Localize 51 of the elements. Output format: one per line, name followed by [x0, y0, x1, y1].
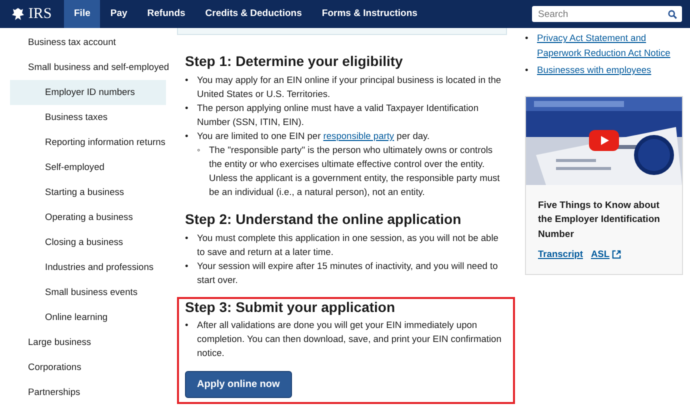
search-icon[interactable] [668, 10, 677, 19]
nav-tab[interactable]: File [64, 0, 100, 28]
sidebar-item[interactable]: Small business and self-employed [0, 55, 174, 80]
sidebar-link[interactable]: Businesses with employees [537, 63, 652, 78]
video-title: Five Things to Know about the Employer Identification Number [537, 198, 661, 242]
video-link[interactable]: ASL [590, 248, 610, 262]
sidebar-item[interactable]: Industries and professions [10, 255, 166, 280]
step-heading: Step 2: Understand the online application [185, 210, 462, 228]
bullet: • [185, 319, 190, 332]
list-item: The person applying online must have a valid Taxpayer Identification Number (SSN, ITIN, EIN). [197, 102, 480, 129]
logo-text[interactable]: IRS [28, 2, 52, 26]
bullet: • [525, 32, 530, 45]
nav-tab[interactable]: Pay [100, 0, 138, 28]
list-item: You must complete this application in one session, as you will not be able to save and return at a later time. [197, 232, 500, 259]
step-heading: Step 3: Submit your application [185, 298, 396, 316]
sidebar-item[interactable]: Self-employed [10, 155, 166, 180]
sidebar-item[interactable]: Large business [0, 330, 96, 355]
nav-tab[interactable]: Credits & Deductions [195, 0, 312, 28]
sidebar-item[interactable]: Employer ID numbers [10, 80, 166, 105]
bullet: • [185, 260, 190, 273]
play-icon[interactable] [589, 130, 619, 150]
external-link-icon[interactable] [612, 250, 621, 260]
text-link[interactable]: responsible party [323, 130, 394, 141]
list-item: Your session will expire after 15 minutes of inactivity, and you will need to start over. [197, 260, 499, 287]
sidebar-item[interactable]: Business taxes [10, 105, 166, 130]
sidebar-link[interactable]: Privacy Act Statement and Paperwork Reduction Act Notice [537, 31, 683, 60]
video-link[interactable]: Transcript [538, 248, 583, 262]
bullet: • [525, 64, 530, 77]
sidebar-item[interactable]: Business tax account [0, 30, 120, 55]
sidebar-item[interactable]: Partnerships [0, 380, 84, 405]
sidebar-item[interactable]: Closing a business [10, 230, 166, 255]
bullet: ◦ [197, 144, 202, 157]
step-heading: Step 1: Determine your eligibility [185, 53, 403, 70]
bullet: • [185, 74, 190, 87]
sidebar-item[interactable]: Online learning [10, 305, 166, 330]
bullet: • [185, 130, 190, 143]
bullet: • [185, 102, 190, 115]
sidebar-item[interactable]: Operating a business [10, 205, 166, 230]
sidebar-item[interactable]: Starting a business [10, 180, 166, 205]
search-field[interactable]: Search [532, 6, 682, 22]
apply-button[interactable]: Apply online now [185, 371, 292, 398]
nav-tab[interactable]: Refunds [137, 0, 196, 28]
sidebar-item[interactable]: Corporations [0, 355, 86, 380]
sidebar-item[interactable]: Reporting information returns [10, 130, 166, 155]
bullet: • [185, 232, 190, 245]
list-item: You may apply for an EIN online if your principal business is located in the United States or U.S. Territories. [197, 74, 502, 101]
nav-tab[interactable]: Forms & Instructions [312, 0, 428, 28]
list-item: You are limited to one EIN per responsible party per day. [197, 130, 430, 143]
list-item: The "responsible party" is the person who ultimately owns or controls the entity or who exercises ultimate effective control over the entity. Unless the applicant is a government entity, the responsible party must be an individual (i.e., a natural person), not an entity. [209, 144, 501, 199]
sidebar-item[interactable]: Small business events [10, 280, 166, 305]
list-item: After all validations are done you will get your EIN immediately upon completion. You can then download, save, and print your EIN confirmation notice. [197, 319, 502, 360]
